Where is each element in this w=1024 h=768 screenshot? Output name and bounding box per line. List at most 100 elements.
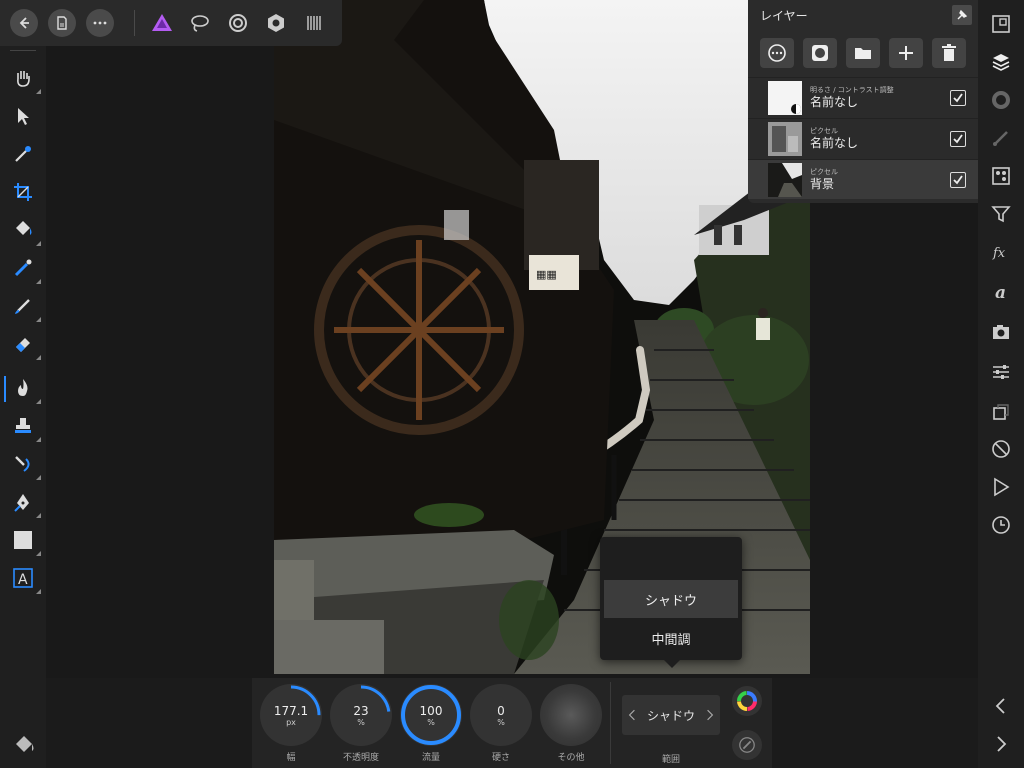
dial-value: 100 (419, 703, 443, 718)
quick-mask-button[interactable] (12, 732, 36, 756)
history-button[interactable] (989, 513, 1013, 537)
layer-row-adjustment[interactable]: 明るさ / コントラスト調整 名前なし (748, 77, 978, 117)
view-tool[interactable] (9, 64, 41, 94)
fill-tool[interactable] (9, 216, 41, 246)
back-button[interactable] (10, 9, 38, 37)
studio-panel-bar: fx a (978, 0, 1024, 768)
range-selector[interactable]: シャドウ (622, 695, 720, 735)
document-icon (57, 16, 67, 30)
clock-icon (992, 516, 1010, 534)
color-picker-button[interactable] (732, 686, 762, 716)
navigator-button[interactable] (989, 12, 1013, 36)
effects-button[interactable]: fx (989, 240, 1013, 264)
color-wheel-icon (737, 691, 757, 711)
document-button[interactable] (48, 9, 76, 37)
dial-circle[interactable]: 177.1 px (260, 684, 322, 746)
pen-tool[interactable] (9, 488, 41, 518)
retouch-tool[interactable] (9, 450, 41, 480)
pressure-button[interactable] (732, 730, 762, 760)
selection-brush-tool[interactable] (9, 254, 41, 284)
opacity-dial[interactable]: 23 % 不透明度 (330, 684, 392, 763)
layer-visibility-checkbox[interactable] (950, 171, 966, 188)
tools-panel: A (0, 46, 46, 768)
paint-brush-tool[interactable] (9, 292, 41, 322)
layer-row-pixel[interactable]: ピクセル 名前なし (748, 118, 978, 158)
dial-value: 0 (497, 703, 505, 718)
range-menu-item-empty[interactable] (604, 541, 738, 579)
dial-value: 177.1 (273, 703, 309, 718)
flow-dial[interactable]: 100 % 流量 (400, 684, 462, 763)
shape-tool[interactable] (9, 526, 41, 556)
add-group-button[interactable] (845, 38, 880, 68)
layer-row-background[interactable]: ピクセル 背景 (748, 159, 978, 199)
delete-layer-button[interactable] (931, 38, 966, 68)
delete-icon (941, 44, 956, 61)
svg-text:fx: fx (992, 246, 1006, 261)
layer-name: 名前なし (810, 136, 859, 150)
layer-visibility-checkbox[interactable] (950, 130, 966, 147)
range-label: 範囲 (661, 755, 680, 765)
transform-button[interactable] (989, 400, 1013, 424)
dial-label: その他 (557, 753, 585, 763)
color-ring-icon (992, 91, 1010, 109)
layer-options-button[interactable] (760, 38, 795, 68)
hardness-dial[interactable]: 0 % 硬さ (470, 684, 532, 763)
healing-brush-icon (15, 456, 30, 472)
channels-studio-button[interactable] (989, 164, 1013, 188)
width-dial[interactable]: 177.1 px 幅 (260, 684, 322, 763)
check-icon (953, 92, 963, 102)
develop-persona[interactable] (225, 10, 251, 36)
color-studio-button[interactable] (989, 88, 1013, 112)
lasso-icon (191, 15, 209, 32)
dial-unit: % (427, 717, 435, 727)
more-brush-options-dial[interactable]: その他 (540, 684, 602, 763)
eraser-icon (16, 338, 30, 352)
pin-panel-button[interactable] (952, 5, 972, 25)
dial-circle[interactable]: 23 % (330, 684, 392, 746)
text-tool[interactable]: A (9, 564, 41, 594)
range-menu-item-midtones[interactable]: 中間調 (604, 619, 738, 657)
pointer-icon (18, 108, 29, 125)
text-styles-button[interactable]: a (989, 280, 1013, 304)
range-menu: シャドウ 中間調 (600, 537, 742, 668)
stock-button[interactable] (989, 437, 1013, 461)
crop-icon (14, 183, 32, 201)
check-icon (953, 133, 963, 143)
range-menu-item-shadows[interactable]: シャドウ (604, 580, 738, 618)
add-mask-button[interactable] (803, 38, 838, 68)
clone-tool[interactable] (9, 412, 41, 442)
undo-button[interactable] (989, 694, 1013, 718)
macro-button[interactable] (989, 475, 1013, 499)
brush-preview[interactable] (540, 684, 602, 746)
dial-circle[interactable]: 0 % (470, 684, 532, 746)
layer-visibility-checkbox[interactable] (950, 89, 966, 106)
camera-button[interactable] (989, 320, 1013, 344)
layer-name: 名前なし (810, 95, 859, 109)
redo-button[interactable] (989, 732, 1013, 756)
layers-studio-button[interactable] (989, 50, 1013, 74)
export-persona[interactable] (301, 10, 327, 36)
crop-tool[interactable] (9, 178, 37, 206)
erase-tool[interactable] (9, 330, 41, 360)
more-button[interactable] (86, 9, 114, 37)
layer-thumbnail (768, 162, 802, 197)
filters-button[interactable] (989, 202, 1013, 226)
tone-mapping-persona[interactable] (263, 10, 289, 36)
color-picker-tool[interactable] (9, 140, 37, 168)
adjustments-button[interactable] (989, 360, 1013, 384)
brushes-studio-button[interactable] (989, 126, 1013, 150)
layers-icon (992, 54, 1010, 71)
pen-nib-icon (14, 494, 29, 512)
add-layer-button[interactable] (888, 38, 923, 68)
app-window: ▦▦ A シャドウ 中間調 レイヤー 明るさ / コントラスト調整 名前なし ピ… (0, 0, 1024, 768)
move-tool[interactable] (9, 102, 37, 130)
photo-persona[interactable] (149, 10, 175, 36)
chevron-left-icon (995, 698, 1005, 714)
dial-circle[interactable]: 100 % (400, 684, 462, 746)
liquify-persona[interactable] (187, 10, 213, 36)
dial-label: 幅 (286, 753, 296, 763)
range-value: シャドウ (646, 708, 695, 723)
dial-unit: % (497, 717, 505, 727)
dodge-burn-tool[interactable] (9, 374, 41, 404)
dial-unit: % (357, 717, 365, 727)
